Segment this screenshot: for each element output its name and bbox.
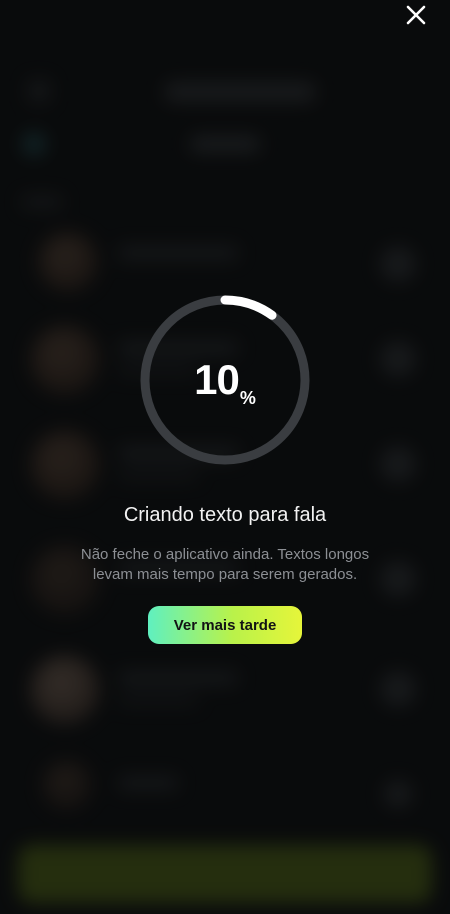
view-later-button[interactable]: Ver mais tarde <box>148 606 302 644</box>
progress-percent-unit: % <box>239 388 256 408</box>
progress-percent-value: 10 <box>194 356 240 403</box>
progress-label: 10 % <box>136 291 314 469</box>
status-title: Criando texto para fala <box>123 504 327 526</box>
screen: 10 % Criando texto para fala Não feche o… <box>0 0 450 914</box>
close-button[interactable] <box>398 0 434 30</box>
status-subtitle: Não feche o aplicativo ainda. Textos lon… <box>80 546 370 583</box>
close-icon <box>406 5 426 25</box>
progress-ring: 10 % <box>136 291 314 469</box>
